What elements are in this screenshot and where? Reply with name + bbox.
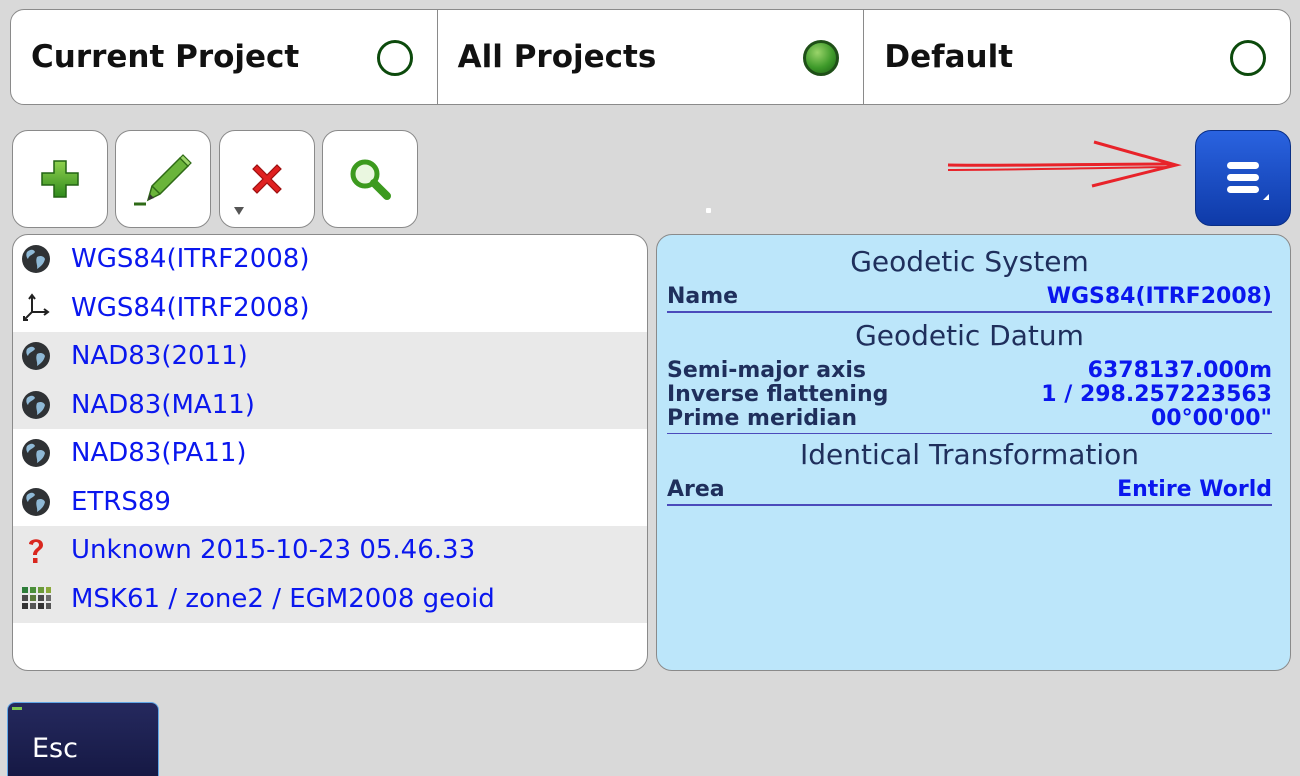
menu-lines-icon [1227, 162, 1269, 200]
list-item-label: MSK61 / zone2 / EGM2008 geoid [71, 583, 495, 614]
detail-label: Area [667, 477, 725, 502]
list-item-label: NAD83(MA11) [71, 389, 255, 420]
detail-label: Inverse flattening [667, 381, 889, 407]
divider [667, 504, 1272, 506]
list-item-label: ETRS89 [71, 486, 171, 517]
detail-row: Inverse flattening 1 / 298.257223563 [667, 382, 1272, 406]
dropdown-arrow-icon[interactable] [234, 207, 244, 215]
project-scope-tabs: Current Project All Projects Default [10, 9, 1291, 105]
globe-icon [19, 339, 53, 373]
pencil-icon [134, 154, 192, 206]
section-title: Geodetic Datum [855, 318, 1084, 352]
status-mark-icon [12, 707, 22, 710]
detail-row: Area Entire World [667, 477, 1272, 501]
list-item[interactable]: WGS84(ITRF2008) [13, 284, 647, 333]
list-item-label: NAD83(PA11) [71, 438, 247, 469]
list-item[interactable]: Unknown 2015-10-23 05.46.33 [13, 526, 647, 575]
list-item[interactable]: NAD83(2011) [13, 332, 647, 381]
detail-value: 00°00'00" [1150, 405, 1272, 431]
details-panel: Geodetic System Name WGS84(ITRF2008) Geo… [656, 234, 1291, 671]
axes-icon [19, 291, 53, 325]
tab-default[interactable]: Default [863, 10, 1290, 104]
esc-label: Esc [32, 733, 78, 764]
divider [667, 311, 1272, 313]
section-title: Identical Transformation [799, 438, 1140, 471]
list-item[interactable]: NAD83(PA11) [13, 429, 647, 478]
coordinate-system-list[interactable]: WGS84(ITRF2008) WGS84(ITRF2008) NAD83(20… [12, 234, 648, 671]
search-button[interactable] [322, 130, 418, 228]
detail-label: Prime meridian [667, 405, 858, 431]
edit-button[interactable] [115, 130, 211, 228]
list-item[interactable]: ETRS89 [13, 478, 647, 527]
detail-value: WGS84(ITRF2008) [1046, 284, 1272, 309]
annotation-arrow-icon [947, 140, 1182, 188]
detail-value: Entire World [1117, 477, 1272, 502]
detail-value: 6378137.000m [1087, 357, 1272, 383]
globe-icon [19, 242, 53, 276]
grid-icon [19, 582, 53, 616]
globe-icon [19, 388, 53, 422]
detail-row: Prime meridian 00°00'00" [667, 406, 1272, 430]
esc-button[interactable]: Esc [7, 702, 159, 776]
detail-row: Name WGS84(ITRF2008) [667, 284, 1272, 308]
globe-icon [19, 485, 53, 519]
detail-value: 1 / 298.257223563 [1041, 381, 1272, 407]
menu-button[interactable] [1195, 130, 1291, 226]
section-title: Geodetic System [850, 245, 1089, 278]
list-item[interactable]: WGS84(ITRF2008) [13, 235, 647, 284]
list-item[interactable]: NAD83(MA11) [13, 380, 647, 429]
detail-row: Semi-major axis 6378137.000m [667, 358, 1272, 382]
detail-label: Name [667, 284, 739, 309]
radio-selected-icon[interactable] [803, 40, 840, 76]
add-button[interactable] [12, 130, 108, 228]
radio-unselected-icon[interactable] [1230, 40, 1267, 76]
speck [706, 208, 711, 213]
question-icon [19, 533, 53, 567]
globe-icon [19, 436, 53, 470]
tab-label: Default [884, 39, 1014, 75]
tab-label: All Projects [457, 39, 657, 75]
delete-x-icon [252, 164, 282, 194]
list-item-label: NAD83(2011) [71, 341, 248, 372]
detail-label: Semi-major axis [667, 357, 866, 383]
list-item[interactable]: MSK61 / zone2 / EGM2008 geoid [13, 574, 647, 623]
list-item-label: Unknown 2015-10-23 05.46.33 [71, 535, 476, 566]
tab-current-project[interactable]: Current Project [11, 10, 437, 104]
radio-unselected-icon[interactable] [376, 40, 413, 76]
divider [667, 432, 1272, 434]
list-item-label: WGS84(ITRF2008) [71, 292, 310, 323]
list-item-label: WGS84(ITRF2008) [71, 244, 310, 275]
plus-icon [41, 160, 79, 198]
tab-label: Current Project [31, 39, 300, 75]
delete-button[interactable] [219, 130, 315, 228]
tab-all-projects[interactable]: All Projects [436, 10, 864, 104]
magnifier-icon [350, 159, 391, 200]
